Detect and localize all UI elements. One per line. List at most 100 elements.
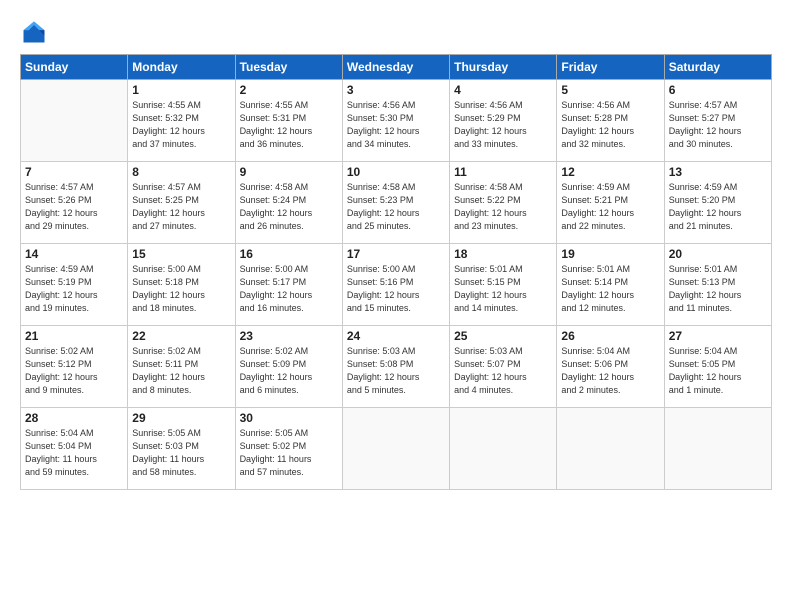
- day-number: 5: [561, 83, 659, 97]
- calendar-cell: 7 Sunrise: 4:57 AM Sunset: 5:26 PM Daylig…: [21, 162, 128, 244]
- cell-info: Sunrise: 5:04 AM Sunset: 5:05 PM Dayligh…: [669, 345, 767, 397]
- cell-info: Sunrise: 5:02 AM Sunset: 5:11 PM Dayligh…: [132, 345, 230, 397]
- day-number: 27: [669, 329, 767, 343]
- calendar-cell: 14 Sunrise: 4:59 AM Sunset: 5:19 PM Dayli…: [21, 244, 128, 326]
- day-number: 6: [669, 83, 767, 97]
- header: [20, 18, 772, 46]
- day-number: 8: [132, 165, 230, 179]
- cell-info: Sunrise: 5:04 AM Sunset: 5:06 PM Dayligh…: [561, 345, 659, 397]
- calendar-week-row: 14 Sunrise: 4:59 AM Sunset: 5:19 PM Dayli…: [21, 244, 772, 326]
- cell-info: Sunrise: 5:02 AM Sunset: 5:12 PM Dayligh…: [25, 345, 123, 397]
- day-number: 4: [454, 83, 552, 97]
- cell-info: Sunrise: 4:59 AM Sunset: 5:19 PM Dayligh…: [25, 263, 123, 315]
- weekday-header: Monday: [128, 55, 235, 80]
- calendar-cell: [450, 408, 557, 490]
- calendar-cell: 18Sunrise: 5:01 AM Sunset: 5:15 PM Dayli…: [450, 244, 557, 326]
- day-number: 24: [347, 329, 445, 343]
- day-number: 25: [454, 329, 552, 343]
- calendar-cell: 15 Sunrise: 5:00 AM Sunset: 5:18 PM Dayli…: [128, 244, 235, 326]
- day-number: 1: [132, 83, 230, 97]
- cell-info: Sunrise: 4:59 AM Sunset: 5:21 PM Dayligh…: [561, 181, 659, 233]
- cell-info: Sunrise: 5:04 AM Sunset: 5:04 PM Dayligh…: [25, 427, 123, 479]
- day-number: 20: [669, 247, 767, 261]
- cell-info: Sunrise: 4:57 AM Sunset: 5:26 PM Dayligh…: [25, 181, 123, 233]
- calendar-cell: 28 Sunrise: 5:04 AM Sunset: 5:04 PM Dayli…: [21, 408, 128, 490]
- weekday-header: Sunday: [21, 55, 128, 80]
- cell-info: Sunrise: 4:55 AM Sunset: 5:32 PM Dayligh…: [132, 99, 230, 151]
- calendar-cell: 17 Sunrise: 5:00 AM Sunset: 5:16 PM Dayli…: [342, 244, 449, 326]
- calendar-cell: [342, 408, 449, 490]
- day-number: 14: [25, 247, 123, 261]
- calendar-cell: 23 Sunrise: 5:02 AM Sunset: 5:09 PM Dayli…: [235, 326, 342, 408]
- day-number: 15: [132, 247, 230, 261]
- day-number: 3: [347, 83, 445, 97]
- calendar-cell: 30 Sunrise: 5:05 AM Sunset: 5:02 PM Dayli…: [235, 408, 342, 490]
- cell-info: Sunrise: 4:58 AM Sunset: 5:22 PM Dayligh…: [454, 181, 552, 233]
- cell-info: Sunrise: 4:59 AM Sunset: 5:20 PM Dayligh…: [669, 181, 767, 233]
- day-number: 29: [132, 411, 230, 425]
- cell-info: Sunrise: 5:00 AM Sunset: 5:16 PM Dayligh…: [347, 263, 445, 315]
- calendar-cell: 6 Sunrise: 4:57 AM Sunset: 5:27 PM Daylig…: [664, 80, 771, 162]
- calendar-cell: 26Sunrise: 5:04 AM Sunset: 5:06 PM Dayli…: [557, 326, 664, 408]
- cell-info: Sunrise: 5:03 AM Sunset: 5:07 PM Dayligh…: [454, 345, 552, 397]
- calendar-cell: 12Sunrise: 4:59 AM Sunset: 5:21 PM Dayli…: [557, 162, 664, 244]
- calendar-header-row: SundayMondayTuesdayWednesdayThursdayFrid…: [21, 55, 772, 80]
- cell-info: Sunrise: 5:00 AM Sunset: 5:18 PM Dayligh…: [132, 263, 230, 315]
- cell-info: Sunrise: 4:57 AM Sunset: 5:25 PM Dayligh…: [132, 181, 230, 233]
- cell-info: Sunrise: 5:02 AM Sunset: 5:09 PM Dayligh…: [240, 345, 338, 397]
- cell-info: Sunrise: 5:01 AM Sunset: 5:15 PM Dayligh…: [454, 263, 552, 315]
- weekday-header: Saturday: [664, 55, 771, 80]
- calendar: SundayMondayTuesdayWednesdayThursdayFrid…: [20, 54, 772, 490]
- calendar-cell: 22 Sunrise: 5:02 AM Sunset: 5:11 PM Dayli…: [128, 326, 235, 408]
- calendar-cell: 5 Sunrise: 4:56 AM Sunset: 5:28 PM Daylig…: [557, 80, 664, 162]
- day-number: 17: [347, 247, 445, 261]
- calendar-cell: 2 Sunrise: 4:55 AM Sunset: 5:31 PM Daylig…: [235, 80, 342, 162]
- day-number: 10: [347, 165, 445, 179]
- calendar-cell: 13Sunrise: 4:59 AM Sunset: 5:20 PM Dayli…: [664, 162, 771, 244]
- day-number: 22: [132, 329, 230, 343]
- calendar-cell: 20 Sunrise: 5:01 AM Sunset: 5:13 PM Dayli…: [664, 244, 771, 326]
- weekday-header: Tuesday: [235, 55, 342, 80]
- cell-info: Sunrise: 4:55 AM Sunset: 5:31 PM Dayligh…: [240, 99, 338, 151]
- cell-info: Sunrise: 4:56 AM Sunset: 5:30 PM Dayligh…: [347, 99, 445, 151]
- calendar-week-row: 1 Sunrise: 4:55 AM Sunset: 5:32 PM Daylig…: [21, 80, 772, 162]
- cell-info: Sunrise: 5:05 AM Sunset: 5:03 PM Dayligh…: [132, 427, 230, 479]
- page: SundayMondayTuesdayWednesdayThursdayFrid…: [0, 0, 792, 612]
- logo-icon: [20, 18, 48, 46]
- calendar-cell: 19Sunrise: 5:01 AM Sunset: 5:14 PM Dayli…: [557, 244, 664, 326]
- calendar-week-row: 28 Sunrise: 5:04 AM Sunset: 5:04 PM Dayli…: [21, 408, 772, 490]
- day-number: 28: [25, 411, 123, 425]
- calendar-cell: 8 Sunrise: 4:57 AM Sunset: 5:25 PM Daylig…: [128, 162, 235, 244]
- cell-info: Sunrise: 5:00 AM Sunset: 5:17 PM Dayligh…: [240, 263, 338, 315]
- calendar-cell: 10 Sunrise: 4:58 AM Sunset: 5:23 PM Dayli…: [342, 162, 449, 244]
- day-number: 21: [25, 329, 123, 343]
- day-number: 23: [240, 329, 338, 343]
- calendar-cell: 25 Sunrise: 5:03 AM Sunset: 5:07 PM Dayli…: [450, 326, 557, 408]
- cell-info: Sunrise: 4:56 AM Sunset: 5:28 PM Dayligh…: [561, 99, 659, 151]
- day-number: 11: [454, 165, 552, 179]
- calendar-cell: 16Sunrise: 5:00 AM Sunset: 5:17 PM Dayli…: [235, 244, 342, 326]
- cell-info: Sunrise: 4:58 AM Sunset: 5:24 PM Dayligh…: [240, 181, 338, 233]
- day-number: 2: [240, 83, 338, 97]
- cell-info: Sunrise: 4:58 AM Sunset: 5:23 PM Dayligh…: [347, 181, 445, 233]
- calendar-cell: [21, 80, 128, 162]
- cell-info: Sunrise: 5:05 AM Sunset: 5:02 PM Dayligh…: [240, 427, 338, 479]
- weekday-header: Wednesday: [342, 55, 449, 80]
- cell-info: Sunrise: 5:01 AM Sunset: 5:14 PM Dayligh…: [561, 263, 659, 315]
- day-number: 9: [240, 165, 338, 179]
- cell-info: Sunrise: 4:57 AM Sunset: 5:27 PM Dayligh…: [669, 99, 767, 151]
- calendar-cell: 21 Sunrise: 5:02 AM Sunset: 5:12 PM Dayli…: [21, 326, 128, 408]
- calendar-cell: 27 Sunrise: 5:04 AM Sunset: 5:05 PM Dayli…: [664, 326, 771, 408]
- calendar-cell: 1 Sunrise: 4:55 AM Sunset: 5:32 PM Daylig…: [128, 80, 235, 162]
- weekday-header: Thursday: [450, 55, 557, 80]
- calendar-week-row: 21 Sunrise: 5:02 AM Sunset: 5:12 PM Dayli…: [21, 326, 772, 408]
- day-number: 7: [25, 165, 123, 179]
- cell-info: Sunrise: 5:03 AM Sunset: 5:08 PM Dayligh…: [347, 345, 445, 397]
- calendar-cell: 4Sunrise: 4:56 AM Sunset: 5:29 PM Daylig…: [450, 80, 557, 162]
- logo: [20, 18, 52, 46]
- calendar-cell: 9 Sunrise: 4:58 AM Sunset: 5:24 PM Daylig…: [235, 162, 342, 244]
- calendar-cell: 11 Sunrise: 4:58 AM Sunset: 5:22 PM Dayli…: [450, 162, 557, 244]
- calendar-week-row: 7 Sunrise: 4:57 AM Sunset: 5:26 PM Daylig…: [21, 162, 772, 244]
- cell-info: Sunrise: 5:01 AM Sunset: 5:13 PM Dayligh…: [669, 263, 767, 315]
- day-number: 30: [240, 411, 338, 425]
